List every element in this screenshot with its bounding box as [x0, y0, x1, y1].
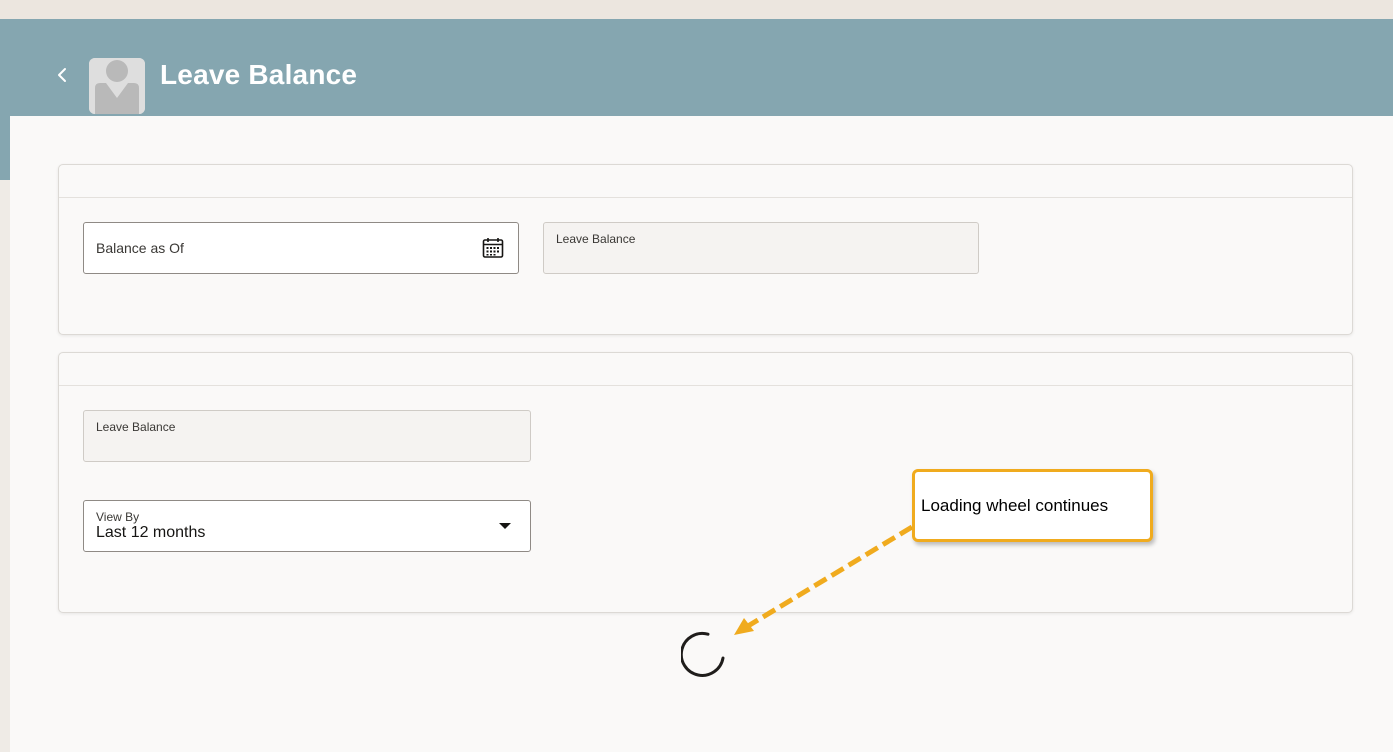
avatar [89, 58, 145, 114]
leave-balance-label: Leave Balance [96, 420, 176, 434]
leave-details-card: Leave Balance View By Last 12 months [58, 352, 1353, 613]
balance-as-of-placeholder: Balance as Of [96, 240, 184, 256]
balance-card: Balance as Of Leave Balance [58, 164, 1353, 335]
back-button[interactable] [50, 63, 74, 87]
leave-balance-label: Leave Balance [556, 232, 636, 246]
page-title: Leave Balance [160, 59, 358, 90]
caret-down-icon[interactable] [498, 521, 512, 531]
person-silhouette-icon [89, 58, 145, 114]
leave-balance-readonly-field: Leave Balance [543, 222, 979, 274]
annotation-text: Loading wheel continues [921, 496, 1109, 515]
view-by-select[interactable]: View By Last 12 months [83, 500, 531, 552]
chevron-left-icon [58, 68, 66, 82]
card-header [59, 165, 1352, 198]
balance-as-of-date-input[interactable]: Balance as Of [83, 222, 519, 274]
card-header [59, 353, 1352, 386]
annotation-callout: Loading wheel continues [912, 469, 1153, 542]
loading-spinner-icon [681, 631, 725, 677]
calendar-icon[interactable] [481, 236, 505, 260]
view-by-value: Last 12 months [96, 524, 206, 541]
leave-balance-readonly-field: Leave Balance [83, 410, 531, 462]
browser-top-strip [0, 0, 1393, 19]
view-by-label: View By [96, 510, 140, 524]
